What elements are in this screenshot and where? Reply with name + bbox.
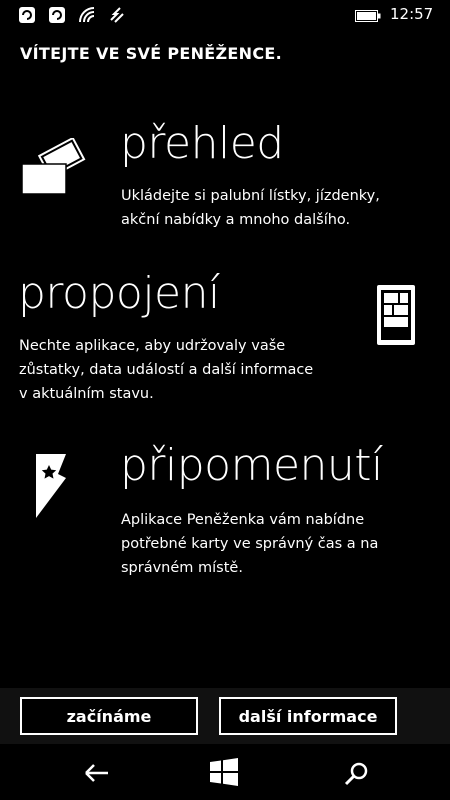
feature-desc-reminder: Aplikace Peněženka vám nabídne potřebné … <box>121 512 379 576</box>
feature-title-connect: propojení <box>18 268 220 319</box>
navigation-bar <box>0 744 450 800</box>
status-icons <box>18 6 126 24</box>
clock: 12:57 <box>390 5 434 23</box>
feature-title-reminder: připomenutí <box>120 440 383 491</box>
page-title: VÍTEJTE VE SVÉ PENĚŽENCE. <box>20 44 282 63</box>
more-info-button[interactable]: další informace <box>219 697 397 735</box>
start-button[interactable]: začínáme <box>20 697 198 735</box>
feature-title-overview: přehled <box>120 118 284 169</box>
notification-icon <box>49 7 65 23</box>
feature-desc-connect: Nechte aplikace, aby udržovaly vaše zůst… <box>19 338 314 402</box>
phone-apps-icon <box>377 285 415 345</box>
windows-logo-icon[interactable] <box>210 758 238 786</box>
back-arrow-icon[interactable] <box>82 760 112 786</box>
feature-desc-overview: Ukládejte si palubní lístky, jízdenky, a… <box>121 188 380 228</box>
search-icon[interactable] <box>342 760 372 786</box>
cards-icon <box>21 138 86 195</box>
status-bar: 12:57 <box>0 0 450 30</box>
star-ticket-icon <box>36 454 66 518</box>
data-icon <box>110 7 124 23</box>
battery-icon <box>355 10 381 22</box>
wifi-icon <box>79 7 95 23</box>
notification-icon <box>19 7 35 23</box>
wallet-welcome-screen: 12:57 VÍTEJTE VE SVÉ PENĚŽENCE. přehled … <box>0 0 450 800</box>
